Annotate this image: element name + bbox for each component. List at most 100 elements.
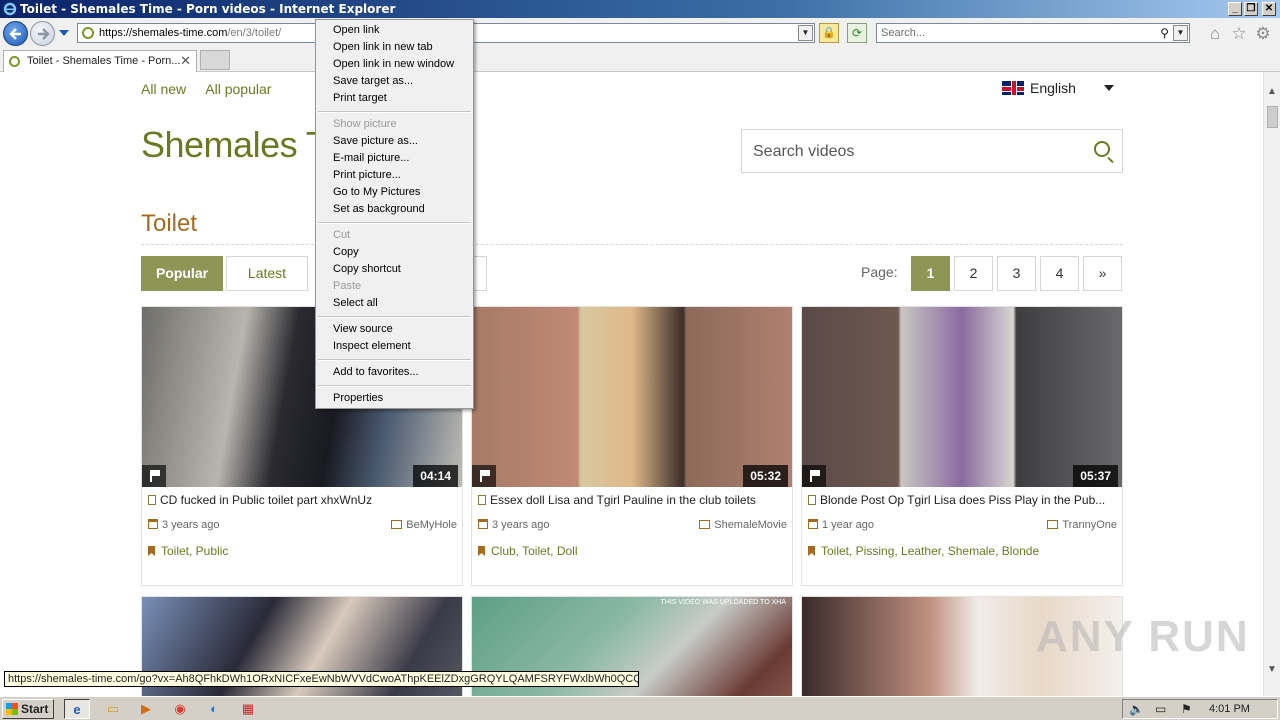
ctx-print-picture[interactable]: Print picture... (333, 169, 401, 181)
ie-search-placeholder: Search... (881, 27, 926, 39)
ctx-separator (318, 111, 471, 113)
address-dropdown-icon[interactable]: ▼ (798, 25, 813, 41)
forward-button[interactable] (30, 21, 55, 46)
video-thumbnail[interactable] (802, 307, 1122, 487)
video-thumbnail[interactable] (472, 307, 792, 487)
sort-popular-button[interactable]: Popular (141, 256, 223, 291)
chevron-down-icon (1104, 85, 1114, 91)
ctx-view-source[interactable]: View source (333, 323, 393, 335)
video-date-text: 3 years ago (162, 519, 220, 531)
video-tags[interactable]: Toilet, Public (148, 544, 228, 558)
video-title[interactable]: Blonde Post Op Tgirl Lisa does Piss Play… (808, 493, 1120, 507)
taskbar-edge-icon[interactable]: ◐ (201, 699, 227, 719)
calendar-icon (808, 519, 818, 529)
tab-active[interactable]: Toilet - Shemales Time - Porn... ✕ (3, 50, 197, 72)
video-date-text: 1 year ago (822, 519, 874, 531)
clock: 4:01 PM (1209, 703, 1250, 715)
bookmark-icon (148, 546, 155, 556)
ctx-copy-shortcut[interactable]: Copy shortcut (333, 263, 401, 275)
taskbar-app-icon[interactable]: ▦ (235, 699, 261, 719)
nav-all-popular[interactable]: All popular (205, 81, 271, 97)
ctx-open-new-window[interactable]: Open link in new window (333, 58, 454, 70)
search-dropdown-icon[interactable]: ▼ (1173, 25, 1188, 41)
internet-explorer-icon (3, 2, 17, 16)
new-tab-button[interactable] (200, 50, 230, 70)
taskbar-media-player-icon[interactable]: ▶ (133, 699, 159, 719)
favorites-star-icon[interactable]: ☆ (1230, 25, 1248, 43)
home-icon[interactable]: ⌂ (1206, 25, 1224, 43)
network-icon[interactable]: ▭ (1155, 702, 1166, 716)
ctx-open-link[interactable]: Open link (333, 24, 379, 36)
next-page-button[interactable]: » (1083, 256, 1122, 291)
scroll-up-arrow-icon[interactable]: ▲ (1267, 86, 1277, 97)
site-logo[interactable]: Shemales T (141, 124, 328, 166)
compatibility-refresh-icon[interactable]: ⟳ (847, 23, 867, 43)
ctx-set-background[interactable]: Set as background (333, 203, 425, 215)
close-window-button[interactable]: ✕ (1262, 2, 1276, 16)
top-nav: All new All popular (141, 81, 287, 97)
video-source[interactable]: TrannyOne (1047, 519, 1117, 531)
page-4-button[interactable]: 4 (1040, 256, 1079, 291)
ctx-inspect-element[interactable]: Inspect element (333, 340, 411, 352)
minimize-button[interactable]: _ (1228, 2, 1242, 16)
sort-latest-button[interactable]: Latest (226, 256, 308, 291)
tab-close-icon[interactable]: ✕ (180, 53, 191, 69)
ie-search-box[interactable]: Search... ⚲ ▼ (876, 23, 1190, 43)
ctx-separator (318, 316, 471, 318)
url-text[interactable]: https://shemales-time.com/en/3/toilet/ (99, 27, 281, 39)
ctx-email-picture[interactable]: E-mail picture... (333, 152, 409, 164)
search-icon[interactable]: ⚲ (1160, 26, 1169, 40)
video-title[interactable]: CD fucked in Public toilet part xhxWnUz (148, 493, 460, 507)
recent-pages-dropdown-icon[interactable] (59, 30, 69, 36)
page-1-button[interactable]: 1 (911, 256, 950, 291)
page-2-button[interactable]: 2 (954, 256, 993, 291)
ctx-copy[interactable]: Copy (333, 246, 359, 258)
scroll-down-arrow-icon[interactable]: ▼ (1267, 664, 1277, 675)
ctx-go-to-my-pictures[interactable]: Go to My Pictures (333, 186, 420, 198)
start-button[interactable]: Start (2, 699, 54, 719)
scroll-thumb[interactable] (1267, 106, 1278, 128)
maximize-button[interactable]: ❐ (1244, 2, 1258, 16)
video-title[interactable]: Essex doll Lisa and Tgirl Pauline in the… (478, 493, 790, 507)
search-icon[interactable] (1094, 141, 1110, 157)
taskbar-explorer-icon[interactable]: ▭ (100, 699, 126, 719)
video-source[interactable]: BeMyHole (391, 519, 457, 531)
action-center-flag-icon[interactable]: ⚑ (1181, 702, 1192, 716)
uk-flag-icon (1002, 81, 1024, 95)
settings-gear-icon[interactable]: ⚙ (1254, 25, 1272, 43)
video-title-text: Essex doll Lisa and Tgirl Pauline in the… (490, 493, 756, 507)
ctx-select-all[interactable]: Select all (333, 297, 378, 309)
video-tags[interactable]: Club, Toilet, Doll (478, 544, 577, 558)
taskbar-ie-icon[interactable]: e (64, 699, 90, 719)
ctx-save-target[interactable]: Save target as... (333, 75, 413, 87)
video-card[interactable]: 05:32 Essex doll Lisa and Tgirl Pauline … (471, 306, 793, 586)
site-search-input[interactable]: Search videos (741, 129, 1123, 173)
ctx-print-target[interactable]: Print target (333, 92, 387, 104)
back-button[interactable] (3, 21, 28, 46)
video-date-text: 3 years ago (492, 519, 550, 531)
anyrun-watermark: ANY RUN (1036, 612, 1250, 661)
nav-all-new[interactable]: All new (141, 81, 186, 97)
language-selector[interactable]: English (1002, 80, 1114, 96)
video-source[interactable]: ShemaleMovie (699, 519, 787, 531)
video-tags-text: Toilet, Pissing, Leather, Shemale, Blond… (821, 544, 1040, 558)
page-3-button[interactable]: 3 (997, 256, 1036, 291)
windows-logo-icon (6, 703, 18, 715)
ctx-cut: Cut (333, 229, 351, 241)
taskbar-chrome-icon[interactable]: ◉ (167, 699, 193, 719)
video-card[interactable]: 05:37 Blonde Post Op Tgirl Lisa does Pis… (801, 306, 1123, 586)
ctx-open-new-tab[interactable]: Open link in new tab (333, 41, 433, 53)
ctx-save-picture[interactable]: Save picture as... (333, 135, 418, 147)
video-source-text: TrannyOne (1062, 519, 1117, 531)
report-flag-icon[interactable] (802, 465, 826, 487)
monitor-icon (391, 520, 403, 529)
security-lock-icon[interactable]: 🔒 (819, 23, 839, 43)
vertical-scrollbar[interactable]: ▲ ▼ (1263, 72, 1280, 696)
volume-icon[interactable]: 🔈 (1129, 702, 1144, 716)
ctx-show-picture: Show picture (333, 118, 397, 130)
report-flag-icon[interactable] (472, 465, 496, 487)
video-tags[interactable]: Toilet, Pissing, Leather, Shemale, Blond… (808, 544, 1039, 558)
ctx-add-to-favorites[interactable]: Add to favorites... (333, 366, 419, 378)
report-flag-icon[interactable] (142, 465, 166, 487)
ctx-properties[interactable]: Properties (333, 392, 383, 404)
